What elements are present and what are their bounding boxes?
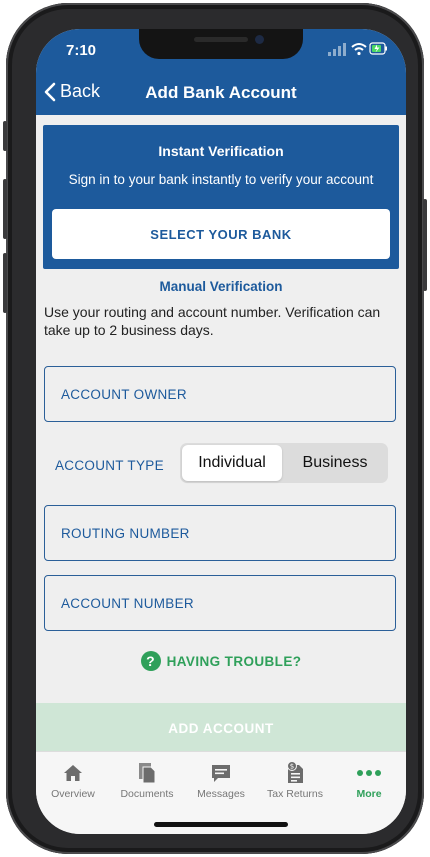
wifi-icon — [351, 43, 367, 56]
manual-verification-description: Use your routing and account number. Ver… — [44, 304, 381, 338]
tab-overview-label: Overview — [51, 788, 95, 800]
tab-documents-label: Documents — [120, 788, 174, 800]
home-indicator[interactable] — [154, 822, 288, 827]
select-your-bank-button[interactable]: SELECT YOUR BANK — [52, 209, 390, 259]
mute-switch — [3, 121, 7, 151]
instant-verification-card: Instant Verification Sign in to your ban… — [43, 125, 399, 269]
account-type-business[interactable]: Business — [284, 445, 386, 481]
volume-up-button — [3, 179, 7, 239]
having-trouble-label: HAVING TROUBLE? — [166, 653, 302, 669]
camera — [255, 35, 264, 44]
tab-tax-returns-label: Tax Returns — [266, 788, 324, 800]
account-number-placeholder: ACCOUNT NUMBER — [61, 596, 194, 611]
account-owner-field[interactable]: ACCOUNT OWNER — [44, 366, 396, 422]
signal-icon — [328, 43, 346, 56]
tab-more-label: More — [356, 788, 382, 800]
page-title: Add Bank Account — [145, 83, 297, 102]
account-type-segmented-control: Individual Business — [180, 443, 388, 483]
add-account-button[interactable]: ADD ACCOUNT — [36, 703, 406, 753]
status-time: 7:10 — [66, 42, 97, 59]
screen: 7:10 Back Add Bank Account Instant Verif… — [36, 29, 406, 834]
tab-more[interactable]: More — [332, 760, 406, 800]
tab-tax-returns[interactable]: $ Tax Returns — [258, 760, 332, 800]
instant-verification-subtitle: Sign in to your bank instantly to verify… — [68, 172, 374, 187]
battery-icon — [369, 42, 387, 55]
account-number-field[interactable]: ACCOUNT NUMBER — [44, 575, 396, 631]
tab-overview[interactable]: Overview — [36, 760, 110, 800]
tab-messages-label: Messages — [197, 788, 245, 800]
notch — [139, 29, 303, 59]
tax-returns-icon: $ — [287, 761, 303, 783]
tab-messages[interactable]: Messages — [184, 760, 258, 800]
account-type-label: ACCOUNT TYPE — [55, 458, 164, 473]
volume-down-button — [3, 253, 7, 313]
svg-text:$: $ — [290, 763, 294, 771]
home-icon — [64, 765, 82, 781]
power-button — [423, 199, 427, 291]
account-owner-placeholder: ACCOUNT OWNER — [61, 387, 187, 402]
instant-verification-title: Instant Verification — [158, 143, 284, 159]
speaker — [194, 37, 248, 42]
routing-number-field[interactable]: ROUTING NUMBER — [44, 505, 396, 561]
more-icon — [357, 770, 381, 776]
account-type-individual[interactable]: Individual — [182, 445, 282, 481]
having-trouble-link[interactable]: ? HAVING TROUBLE? — [36, 651, 406, 671]
phone-frame: 7:10 Back Add Bank Account Instant Verif… — [3, 3, 427, 854]
status-icons — [328, 41, 388, 57]
routing-number-placeholder: ROUTING NUMBER — [61, 526, 190, 541]
manual-verification-title: Manual Verification — [159, 279, 283, 294]
documents-icon — [139, 763, 156, 784]
help-question-icon: ? — [140, 651, 161, 671]
tab-documents[interactable]: Documents — [110, 760, 184, 800]
messages-icon — [212, 765, 230, 782]
